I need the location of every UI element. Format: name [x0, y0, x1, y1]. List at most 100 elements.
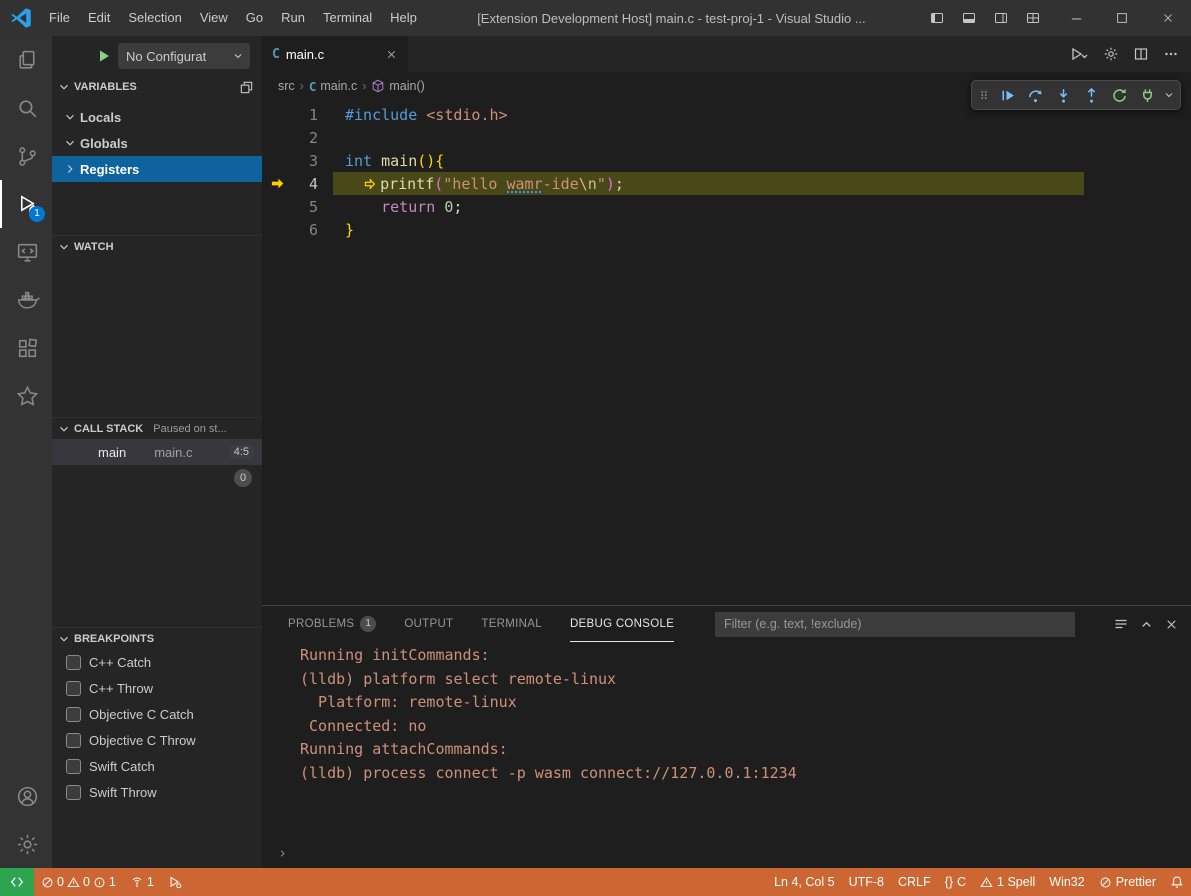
call-stack-section-header[interactable]: CALL STACK Paused on st... [52, 417, 262, 439]
tab-problems[interactable]: PROBLEMS 1 [288, 606, 376, 642]
code-line-5[interactable]: 5 return 0; [262, 195, 1191, 218]
toggle-panel-icon[interactable] [955, 4, 983, 32]
close-button[interactable] [1145, 0, 1191, 36]
encoding-indicator[interactable]: UTF-8 [842, 868, 891, 896]
line-number[interactable]: 6 [262, 221, 318, 239]
formatter-status[interactable]: Prettier [1092, 868, 1163, 896]
code-line-4[interactable]: 4 printf("hello wamr-ide\n"); [262, 172, 1191, 195]
extensions-icon[interactable] [0, 324, 52, 372]
menu-selection[interactable]: Selection [119, 0, 190, 36]
restart-icon[interactable] [1106, 82, 1132, 108]
settings-gear-icon[interactable] [0, 820, 52, 868]
maximize-button[interactable] [1099, 0, 1145, 36]
debug-console-output[interactable]: Running initCommands:(lldb) platform sel… [262, 642, 1191, 868]
continue-icon[interactable] [994, 82, 1020, 108]
remote-explorer-icon[interactable] [0, 228, 52, 276]
code-line-3[interactable]: 3int main(){ [262, 149, 1191, 172]
breakpoint-checkbox[interactable] [66, 655, 81, 670]
line-number[interactable]: 3 [262, 152, 318, 170]
breadcrumb-symbol[interactable]: main() [371, 79, 424, 93]
source-control-icon[interactable] [0, 132, 52, 180]
breakpoint-checkbox[interactable] [66, 733, 81, 748]
run-and-debug-icon[interactable]: 1 [0, 180, 52, 228]
line-number[interactable]: 4 [262, 175, 318, 193]
customize-layout-icon[interactable] [1019, 4, 1047, 32]
variables-scope-locals[interactable]: Locals [52, 104, 262, 130]
breakpoint-checkbox[interactable] [66, 707, 81, 722]
menu-help[interactable]: Help [381, 0, 426, 36]
breakpoint-row[interactable]: Swift Throw [52, 779, 262, 805]
explorer-icon[interactable] [0, 36, 52, 84]
line-number[interactable]: 5 [262, 198, 318, 216]
console-filter-input[interactable] [715, 612, 1075, 637]
chevron-down-icon[interactable] [1162, 82, 1176, 108]
breadcrumb-file[interactable]: C main.c [309, 79, 357, 94]
breakpoint-row[interactable]: Objective C Throw [52, 727, 262, 753]
split-editor-icon[interactable] [1129, 42, 1153, 66]
disconnect-icon[interactable] [1134, 82, 1160, 108]
ports-status[interactable]: 1 [123, 868, 161, 896]
line-number[interactable]: 1 [262, 106, 318, 124]
menu-go[interactable]: Go [237, 0, 272, 36]
output-actions-icon[interactable] [1113, 616, 1129, 632]
menu-terminal[interactable]: Terminal [314, 0, 381, 36]
breakpoint-checkbox[interactable] [66, 681, 81, 696]
tab-debug-console[interactable]: DEBUG CONSOLE [570, 606, 674, 642]
spell-checker-status[interactable]: 1 Spell [973, 868, 1042, 896]
breakpoint-checkbox[interactable] [66, 759, 81, 774]
debug-config-dropdown[interactable]: No Configurat [118, 43, 250, 69]
step-over-icon[interactable] [1022, 82, 1048, 108]
code-line-6[interactable]: 6} [262, 218, 1191, 241]
start-debugging-icon[interactable] [96, 48, 112, 64]
breadcrumb-src[interactable]: src [278, 79, 295, 93]
star-extension-icon[interactable] [0, 372, 52, 420]
debug-settings-gear-icon[interactable] [1099, 42, 1123, 66]
toggle-sidebar-icon[interactable] [923, 4, 951, 32]
tab-output[interactable]: OUTPUT [404, 606, 453, 642]
accounts-icon[interactable] [0, 772, 52, 820]
toggle-secondary-sidebar-icon[interactable] [987, 4, 1015, 32]
maximize-panel-icon[interactable] [1139, 617, 1154, 632]
run-file-icon[interactable] [1065, 42, 1093, 66]
menu-view[interactable]: View [191, 0, 237, 36]
cursor-position[interactable]: Ln 4, Col 5 [767, 868, 841, 896]
variables-section-header[interactable]: VARIABLES [52, 76, 262, 98]
close-tab-icon[interactable] [385, 48, 398, 61]
menu-run[interactable]: Run [272, 0, 314, 36]
menu-file[interactable]: File [40, 0, 79, 36]
notifications-bell-icon[interactable] [1163, 868, 1191, 896]
tab-terminal[interactable]: TERMINAL [481, 606, 542, 642]
problems-status[interactable]: 0 0 1 [34, 868, 123, 896]
step-out-icon[interactable] [1078, 82, 1104, 108]
remote-indicator[interactable] [0, 868, 34, 896]
minimize-button[interactable] [1053, 0, 1099, 36]
code-editor[interactable]: 1#include <stdio.h>23int main(){4 printf… [262, 100, 1191, 605]
tab-main-c[interactable]: C main.c [262, 36, 408, 72]
menu-edit[interactable]: Edit [79, 0, 119, 36]
breakpoint-row[interactable]: Swift Catch [52, 753, 262, 779]
breakpoints-section-header[interactable]: BREAKPOINTS [52, 627, 262, 649]
console-input-chevron[interactable]: › [278, 844, 287, 862]
search-icon[interactable] [0, 84, 52, 132]
step-into-icon[interactable] [1050, 82, 1076, 108]
docker-icon[interactable] [0, 276, 52, 324]
breakpoint-checkbox[interactable] [66, 785, 81, 800]
breakpoint-row[interactable]: C++ Throw [52, 675, 262, 701]
variables-scope-registers[interactable]: Registers [52, 156, 262, 182]
breakpoint-row[interactable]: C++ Catch [52, 649, 262, 675]
drag-handle-icon[interactable] [976, 88, 992, 102]
collapse-all-icon[interactable] [239, 80, 254, 95]
breakpoint-row[interactable]: Objective C Catch [52, 701, 262, 727]
debug-status-icon[interactable] [161, 868, 189, 896]
code-line-2[interactable]: 2 [262, 126, 1191, 149]
inline-breakpoint-hit-icon [363, 177, 377, 191]
variables-scope-globals[interactable]: Globals [52, 130, 262, 156]
watch-section-header[interactable]: WATCH [52, 235, 262, 257]
platform-indicator[interactable]: Win32 [1042, 868, 1091, 896]
eol-indicator[interactable]: CRLF [891, 868, 938, 896]
stack-frame-row[interactable]: main main.c 4:5 [52, 439, 262, 465]
more-actions-icon[interactable] [1159, 42, 1183, 66]
language-mode[interactable]: {} C [938, 868, 973, 896]
close-panel-icon[interactable] [1164, 617, 1179, 632]
line-number[interactable]: 2 [262, 129, 318, 147]
